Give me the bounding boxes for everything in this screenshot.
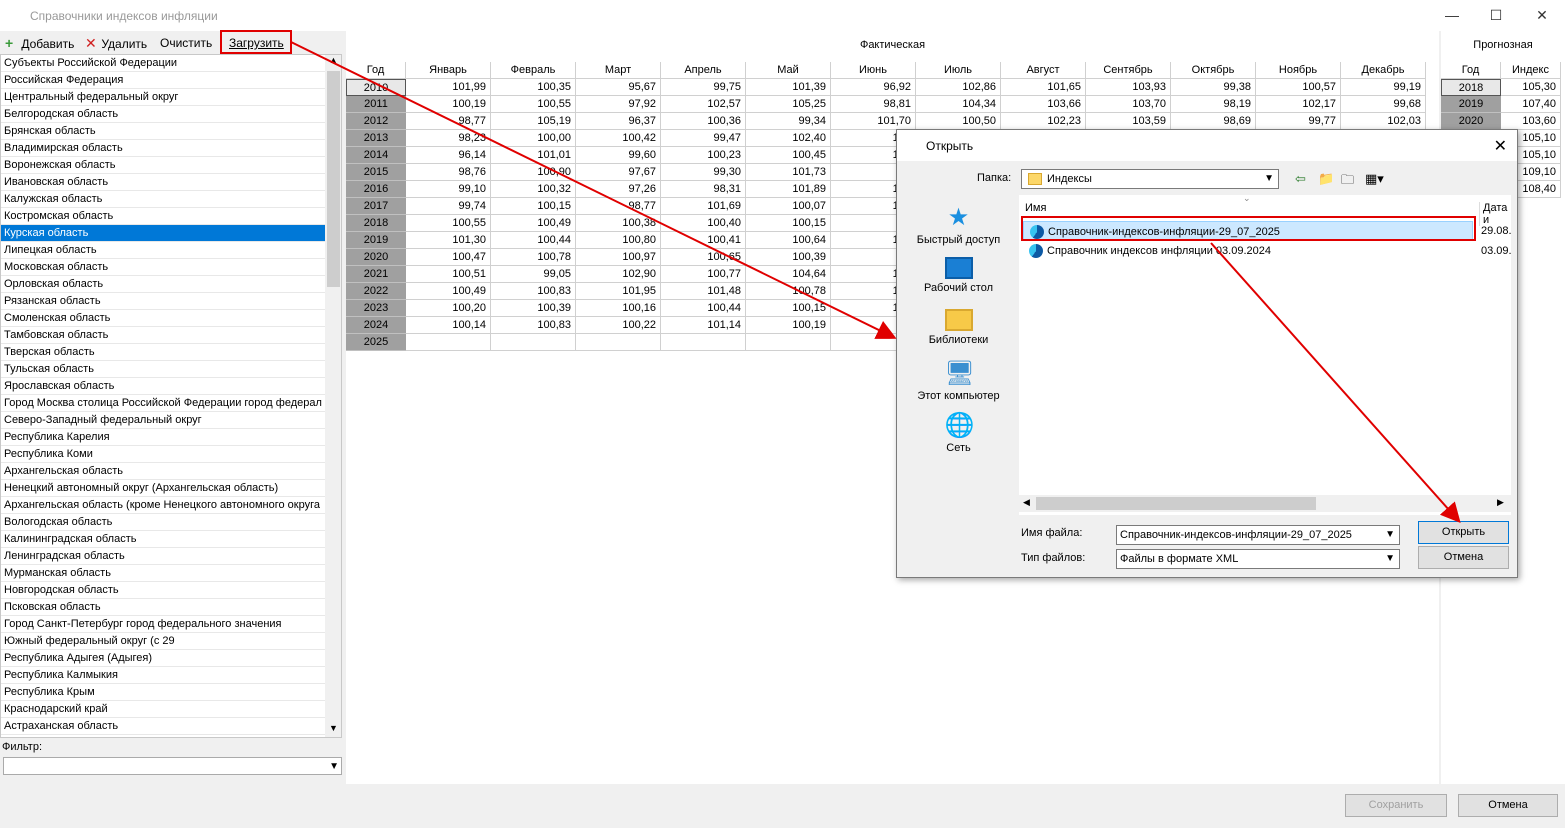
arrow-to-dialog xyxy=(290,41,897,339)
arrow-to-open-button xyxy=(1210,242,1461,523)
annotation-arrows xyxy=(290,41,1461,523)
